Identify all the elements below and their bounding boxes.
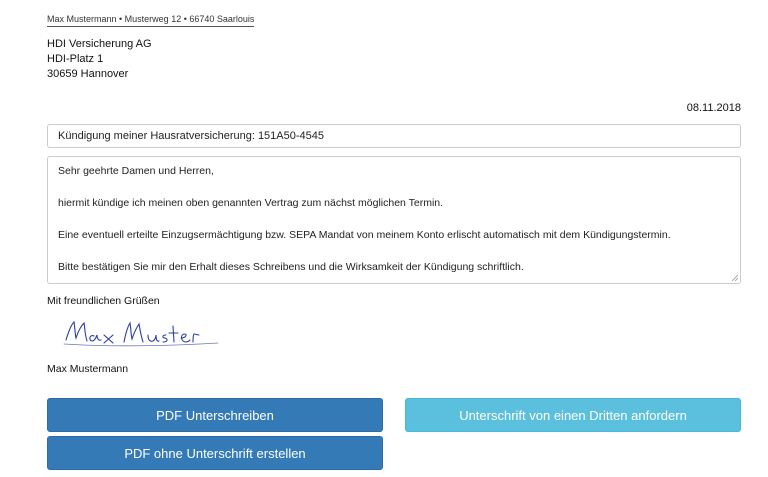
create-pdf-without-signature-button[interactable]: PDF ohne Unterschrift erstellen [47,436,383,470]
signature-image [63,320,219,347]
recipient-name: HDI Versicherung AG [47,38,152,50]
recipient-street: HDI-Platz 1 [47,53,104,65]
recipient-city: 30659 Hannover [47,68,129,80]
body-salutation: Sehr geehrte Damen und Herren, [58,165,214,177]
sender-address-line: Max Mustermann • Musterweg 12 • 66740 Sa… [47,14,255,27]
recipient-address: HDI Versicherung AG HDI-Platz 1 30659 Ha… [47,37,152,82]
letter-page: Max Mustermann • Musterweg 12 • 66740 Sa… [0,0,768,477]
closing-greeting: Mit freundlichen Grüßen [47,295,160,307]
subject-input[interactable] [47,124,741,148]
signer-name: Max Mustermann [47,363,129,375]
letter-body-textarea[interactable]: Sehr geehrte Damen und Herren, hiermit k… [47,156,741,284]
body-paragraph-1: hiermit kündige ich meinen oben genannte… [58,197,444,209]
body-paragraph-2: Eine eventuell erteilte Einzugsermächtig… [58,229,671,241]
sign-pdf-button[interactable]: PDF Unterschreiben [47,398,383,432]
resize-grip-icon[interactable] [731,274,738,281]
request-third-party-signature-button[interactable]: Unterschrift von einen Dritten anfordern [405,398,741,432]
letter-date: 08.11.2018 [686,102,741,114]
body-paragraph-3: Bitte bestätigen Sie mir den Erhalt dies… [58,261,524,273]
